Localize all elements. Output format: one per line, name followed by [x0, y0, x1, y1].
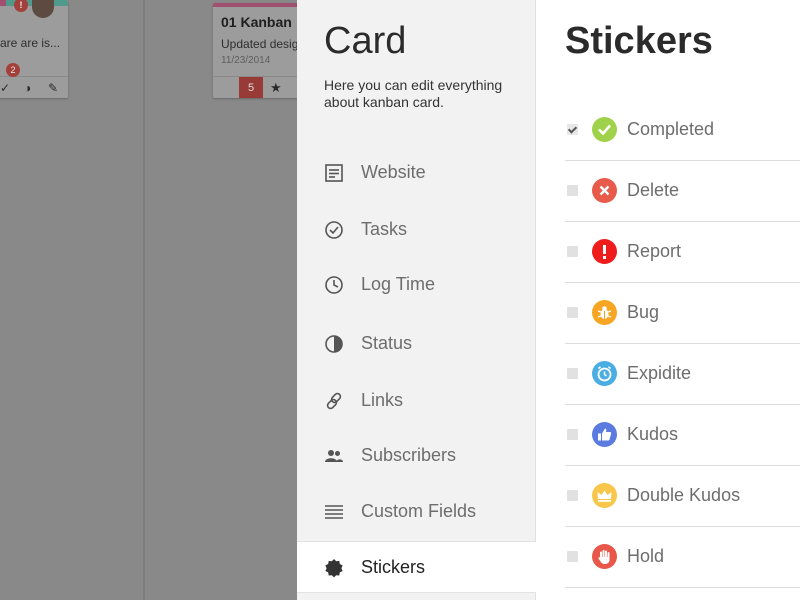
sticker-checkbox[interactable]: [567, 246, 578, 257]
sticker-label: Double Kudos: [627, 485, 741, 505]
lines-icon: [325, 505, 343, 519]
pie-icon: [325, 335, 343, 353]
sticker-row-report[interactable]: Report: [565, 222, 800, 283]
kanban-card[interactable]: ! are are is... 2 ✓ ◑ ✎: [0, 0, 68, 98]
panel-subtitle: Here you can edit everything about kanba…: [324, 77, 503, 110]
menu-item-label: Custom Fields: [361, 501, 477, 521]
menu-item-tasks[interactable]: Tasks: [297, 204, 536, 256]
sticker-label: Hold: [627, 546, 665, 566]
card-icon-bar: 5 ★: [213, 76, 297, 98]
menu-item-label: Website: [361, 162, 426, 182]
sticker-label: Expidite: [627, 363, 692, 383]
check-icon: [592, 117, 617, 142]
thumbs-up-icon: [592, 422, 617, 447]
menu-item-label: Links: [361, 390, 404, 410]
kanban-board-background: ! are are is... 2 ✓ ◑ ✎ 01 Kanban Update…: [0, 0, 297, 600]
crown-icon: [592, 483, 617, 508]
star-icon[interactable]: ★: [270, 80, 282, 96]
menu-item-status[interactable]: Status: [297, 318, 536, 370]
pie-icon[interactable]: ◑: [24, 81, 31, 95]
card-date: 11/23/2014: [221, 55, 271, 66]
menu-item-stickers[interactable]: Stickers: [297, 541, 536, 593]
menu-item-subscribers[interactable]: Subscribers: [297, 430, 536, 482]
check-icon[interactable]: ✓: [0, 81, 10, 95]
card-excerpt: are are is...: [0, 36, 61, 50]
sticker-label: Report: [627, 241, 682, 261]
count-badge: 5: [239, 77, 263, 98]
sticker-row-completed[interactable]: Completed: [565, 100, 800, 161]
card-excerpt: Updated desig: [221, 37, 297, 51]
clock-icon: [325, 276, 343, 294]
close-icon: [592, 178, 617, 203]
check-circle-icon: [325, 221, 343, 239]
sticker-label: Delete: [627, 180, 680, 200]
kanban-card[interactable]: 01 Kanban Updated desig 11/23/2014 5 ★: [213, 3, 297, 98]
alarm-icon: [592, 361, 617, 386]
card-title: 01 Kanban: [221, 14, 292, 30]
menu-item-label: Tasks: [361, 219, 408, 239]
bug-icon: [592, 300, 617, 325]
link-icon: [326, 392, 342, 410]
card-icon-bar: 2 ✓ ◑ ✎: [0, 63, 68, 98]
sticker-checkbox[interactable]: [567, 368, 578, 379]
sticker-row-expidite[interactable]: Expidite: [565, 344, 800, 405]
comment-count-badge: 2: [6, 63, 20, 77]
sticker-checkbox[interactable]: [567, 124, 578, 135]
panel-title: Card: [324, 20, 407, 62]
sticker-checkbox[interactable]: [567, 307, 578, 318]
menu-item-custom-fields[interactable]: Custom Fields: [297, 486, 536, 538]
sticker-label: Kudos: [627, 424, 679, 444]
sticker-checkbox[interactable]: [567, 185, 578, 196]
sticker-checkbox[interactable]: [567, 490, 578, 501]
sticker-row-hold[interactable]: Hold: [565, 527, 800, 588]
menu-item-log-time[interactable]: Log Time: [297, 259, 536, 311]
hand-icon: [592, 544, 617, 569]
stickers-panel: Stickers Completed Delete Report Bug Exp…: [536, 0, 800, 600]
sticker-checkbox[interactable]: [567, 551, 578, 562]
pencil-icon[interactable]: ✎: [48, 81, 58, 95]
menu-item-label: Stickers: [361, 557, 426, 577]
sticker-label: Completed: [627, 119, 715, 139]
card-panel: Card Here you can edit everything about …: [297, 0, 536, 600]
people-icon: [325, 450, 343, 462]
panel-title: Stickers: [565, 20, 713, 62]
menu-item-links[interactable]: Links: [297, 375, 536, 427]
card-color-bar: [213, 3, 297, 7]
sticker-row-double-kudos[interactable]: Double Kudos: [565, 466, 800, 527]
sticker-label: Bug: [627, 302, 660, 322]
sticker-row-delete[interactable]: Delete: [565, 161, 800, 222]
menu-item-label: Status: [361, 333, 413, 353]
exclamation-icon: [592, 239, 617, 264]
sticker-row-bug[interactable]: Bug: [565, 283, 800, 344]
sticker-row-kudos[interactable]: Kudos: [565, 405, 800, 466]
badge-icon: [325, 559, 343, 578]
alert-badge: !: [14, 0, 28, 12]
document-icon: [325, 164, 343, 182]
menu-item-label: Subscribers: [361, 445, 457, 465]
menu-item-website[interactable]: Website: [297, 147, 536, 199]
column-divider: [143, 0, 145, 600]
menu-item-label: Log Time: [361, 274, 436, 294]
avatar: [32, 0, 54, 18]
sticker-checkbox[interactable]: [567, 429, 578, 440]
